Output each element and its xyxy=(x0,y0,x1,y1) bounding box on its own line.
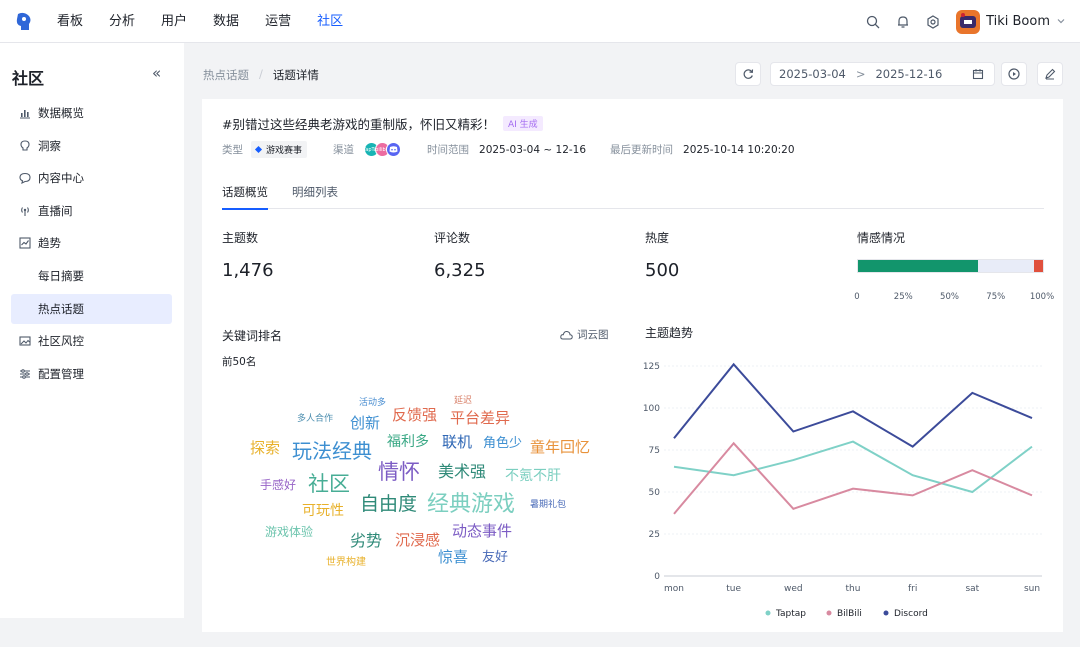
legend-marker xyxy=(765,610,771,616)
play-circle-icon xyxy=(1008,68,1020,80)
y-tick-label: 0 xyxy=(654,572,660,582)
bell-icon[interactable] xyxy=(888,7,918,37)
bulb-icon xyxy=(18,139,31,152)
y-tick-label: 125 xyxy=(643,362,660,372)
legend-marker xyxy=(883,610,889,616)
y-tick-label: 75 xyxy=(649,446,660,456)
settings-sliders-icon xyxy=(18,367,31,380)
refresh-button[interactable] xyxy=(735,62,761,86)
edit-icon xyxy=(1045,68,1056,80)
breadcrumb-parent[interactable]: 热点话题 xyxy=(203,67,249,83)
sidebar-item-0[interactable]: 数据概览 xyxy=(11,98,172,128)
sidebar-item-label: 配置管理 xyxy=(38,366,84,381)
sidebar-item-7[interactable]: 社区风控 xyxy=(11,326,172,356)
chart-bar-icon xyxy=(18,107,31,120)
sidebar-item-label: 每日摘要 xyxy=(38,268,84,283)
nav-item-2[interactable]: 用户 xyxy=(148,0,200,43)
top-navbar: 看板 分析 用户 数据 运营 社区 Tiki Boom xyxy=(0,0,1080,43)
gear-icon[interactable] xyxy=(918,7,948,37)
sidebar-item-label: 内容中心 xyxy=(38,171,84,186)
nav-item-5[interactable]: 社区 xyxy=(304,0,356,43)
legend-label: Taptap xyxy=(775,609,806,619)
topic-detail-card: #别错过这些经典老游戏的重制版，怀旧又精彩！ AI 生成 类型 游戏赛事 渠道 … xyxy=(202,99,1063,632)
y-tick-label: 25 xyxy=(649,530,660,540)
avatar[interactable] xyxy=(956,9,981,34)
date-range-picker[interactable]: 2025-03-04 > 2025-12-16 xyxy=(770,62,995,86)
date-end[interactable]: 2025-12-16 xyxy=(875,67,942,81)
x-tick-label: fri xyxy=(908,584,917,594)
sidebar-item-2[interactable]: 内容中心 xyxy=(11,163,172,193)
search-icon[interactable] xyxy=(858,7,888,37)
sidebar-item-label: 热点话题 xyxy=(38,301,84,316)
sidebar-item-6[interactable]: 热点话题 xyxy=(11,293,172,324)
broadcast-icon xyxy=(18,204,31,217)
play-button[interactable] xyxy=(1001,62,1027,86)
sidebar-title: 社区 xyxy=(12,69,45,88)
x-tick-label: sun xyxy=(1024,584,1040,594)
x-tick-label: tue xyxy=(726,584,741,594)
x-tick-label: wed xyxy=(784,584,803,594)
y-tick-label: 100 xyxy=(643,404,660,414)
x-tick-label: thu xyxy=(846,584,861,594)
breadcrumb-current: 话题详情 xyxy=(272,68,319,82)
app-logo[interactable] xyxy=(12,10,36,34)
sidebar-menu: 数据概览洞察内容中心直播间趋势每日摘要热点话题社区风控配置管理 xyxy=(11,98,172,391)
collapse-icon[interactable]: « xyxy=(152,64,161,82)
topic-trend-chart: 0 25 50 75 100 125 mon tue wed thu fri sat sun Taptap… xyxy=(643,362,1042,619)
image-shield-icon xyxy=(18,335,31,348)
sidebar-item-label: 洞察 xyxy=(38,138,61,153)
calendar-icon[interactable] xyxy=(972,68,984,83)
main-nav: 看板 分析 用户 数据 运营 社区 xyxy=(44,0,356,43)
nav-item-1[interactable]: 分析 xyxy=(96,0,148,43)
y-tick-label: 50 xyxy=(649,488,661,498)
series-line-bilbili xyxy=(673,441,1033,515)
x-tick-label: sat xyxy=(965,584,979,594)
legend-label: BilBili xyxy=(837,609,862,619)
username[interactable]: Tiki Boom xyxy=(986,14,1050,29)
trend-icon xyxy=(18,237,31,250)
date-arrow: > xyxy=(855,67,866,81)
breadcrumb: 热点话题 / 话题详情 xyxy=(203,67,319,83)
legend-marker xyxy=(826,610,832,616)
sidebar: 社区 « 数据概览洞察内容中心直播间趋势每日摘要热点话题社区风控配置管理 xyxy=(0,43,184,618)
nav-item-4[interactable]: 运营 xyxy=(252,0,304,43)
sidebar-item-8[interactable]: 配置管理 xyxy=(11,359,172,389)
message-icon xyxy=(18,172,31,185)
edit-button[interactable] xyxy=(1037,62,1063,86)
sidebar-item-label: 直播间 xyxy=(38,203,73,218)
chevron-down-icon[interactable] xyxy=(1056,15,1066,29)
series-line-discord xyxy=(673,362,1033,448)
date-start[interactable]: 2025-03-04 xyxy=(779,67,846,81)
nav-item-3[interactable]: 数据 xyxy=(200,0,252,43)
sidebar-item-label: 趋势 xyxy=(38,236,61,251)
sidebar-item-label: 社区风控 xyxy=(38,334,84,349)
nav-item-0[interactable]: 看板 xyxy=(44,0,96,43)
topbar-actions: Tiki Boom xyxy=(858,0,1066,43)
sidebar-item-3[interactable]: 直播间 xyxy=(11,196,172,226)
breadcrumb-separator: / xyxy=(259,67,263,81)
sidebar-item-4[interactable]: 趋势 xyxy=(11,228,172,258)
x-tick-label: mon xyxy=(664,584,684,594)
legend-label: Discord xyxy=(894,609,928,619)
sidebar-item-label: 数据概览 xyxy=(38,106,84,120)
refresh-icon xyxy=(743,69,754,79)
sidebar-item-5[interactable]: 每日摘要 xyxy=(11,261,172,291)
sidebar-item-1[interactable]: 洞察 xyxy=(11,131,172,161)
